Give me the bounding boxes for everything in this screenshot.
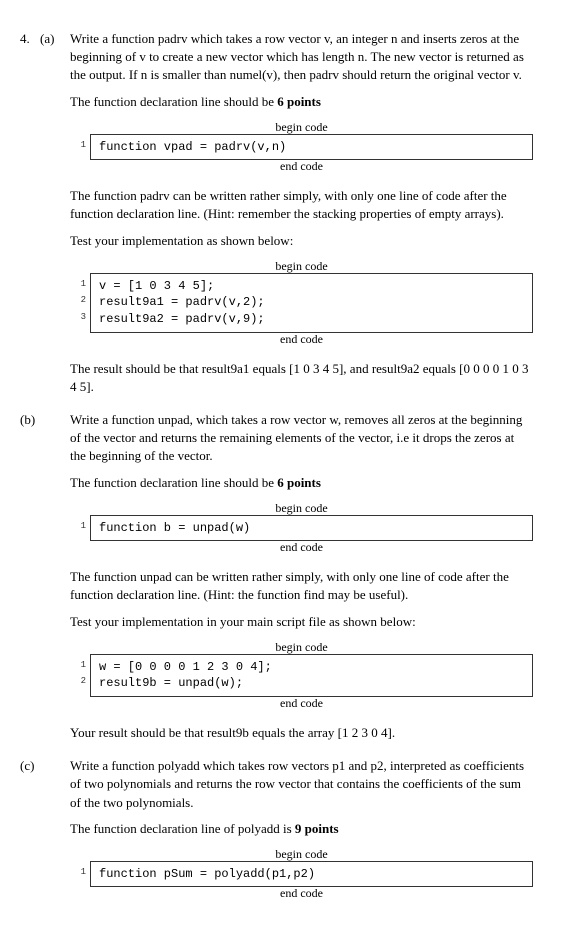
a-decl-note: The function declaration line should be … — [70, 93, 533, 111]
code-block-a2: begin code 1v = [1 0 3 4 5]; 2result9a1 … — [70, 258, 533, 348]
subpart-b-label: (b) — [20, 411, 45, 429]
b-hint: The function unpad can be written rather… — [70, 568, 533, 604]
c-prompt: Write a function polyadd which takes row… — [70, 757, 533, 812]
end-code-label: end code — [274, 695, 329, 712]
a-hint: The function padrv can be written rather… — [70, 187, 533, 223]
end-code-label: end code — [274, 539, 329, 556]
end-code-label: end code — [274, 331, 329, 348]
part-a: Write a function padrv which takes a row… — [70, 30, 533, 396]
part-c: Write a function polyadd which takes row… — [70, 757, 533, 902]
b-result: Your result should be that result9b equa… — [70, 724, 533, 742]
code-c1: 1function pSum = polyadd(p1,p2) — [90, 861, 533, 888]
a-prompt: Write a function padrv which takes a row… — [70, 30, 533, 85]
code-a2: 1v = [1 0 3 4 5]; 2result9a1 = padrv(v,2… — [90, 273, 533, 333]
part-b: Write a function unpad, which takes a ro… — [70, 411, 533, 742]
b-prompt: Write a function unpad, which takes a ro… — [70, 411, 533, 466]
c-decl-note: The function declaration line of polyadd… — [70, 820, 533, 838]
b-test-intro: Test your implementation in your main sc… — [70, 613, 533, 631]
code-block-b2: begin code 1w = [0 0 0 0 1 2 3 0 4]; 2re… — [70, 639, 533, 712]
code-a1: 1function vpad = padrv(v,n) — [90, 134, 533, 161]
subpart-c-label: (c) — [20, 757, 45, 775]
end-code-label: end code — [274, 885, 329, 902]
end-code-label: end code — [274, 158, 329, 175]
code-b2: 1w = [0 0 0 0 1 2 3 0 4]; 2result9b = un… — [90, 654, 533, 698]
subpart-a-label: (a) — [40, 30, 65, 48]
code-block-c1: begin code 1function pSum = polyadd(p1,p… — [70, 846, 533, 902]
b-decl-note: The function declaration line should be … — [70, 474, 533, 492]
question-number: 4. — [20, 30, 40, 48]
code-block-a1: begin code 1function vpad = padrv(v,n) e… — [70, 119, 533, 175]
a-result: The result should be that result9a1 equa… — [70, 360, 533, 396]
code-b1: 1function b = unpad(w) — [90, 515, 533, 542]
a-test-intro: Test your implementation as shown below: — [70, 232, 533, 250]
code-block-b1: begin code 1function b = unpad(w) end co… — [70, 500, 533, 556]
